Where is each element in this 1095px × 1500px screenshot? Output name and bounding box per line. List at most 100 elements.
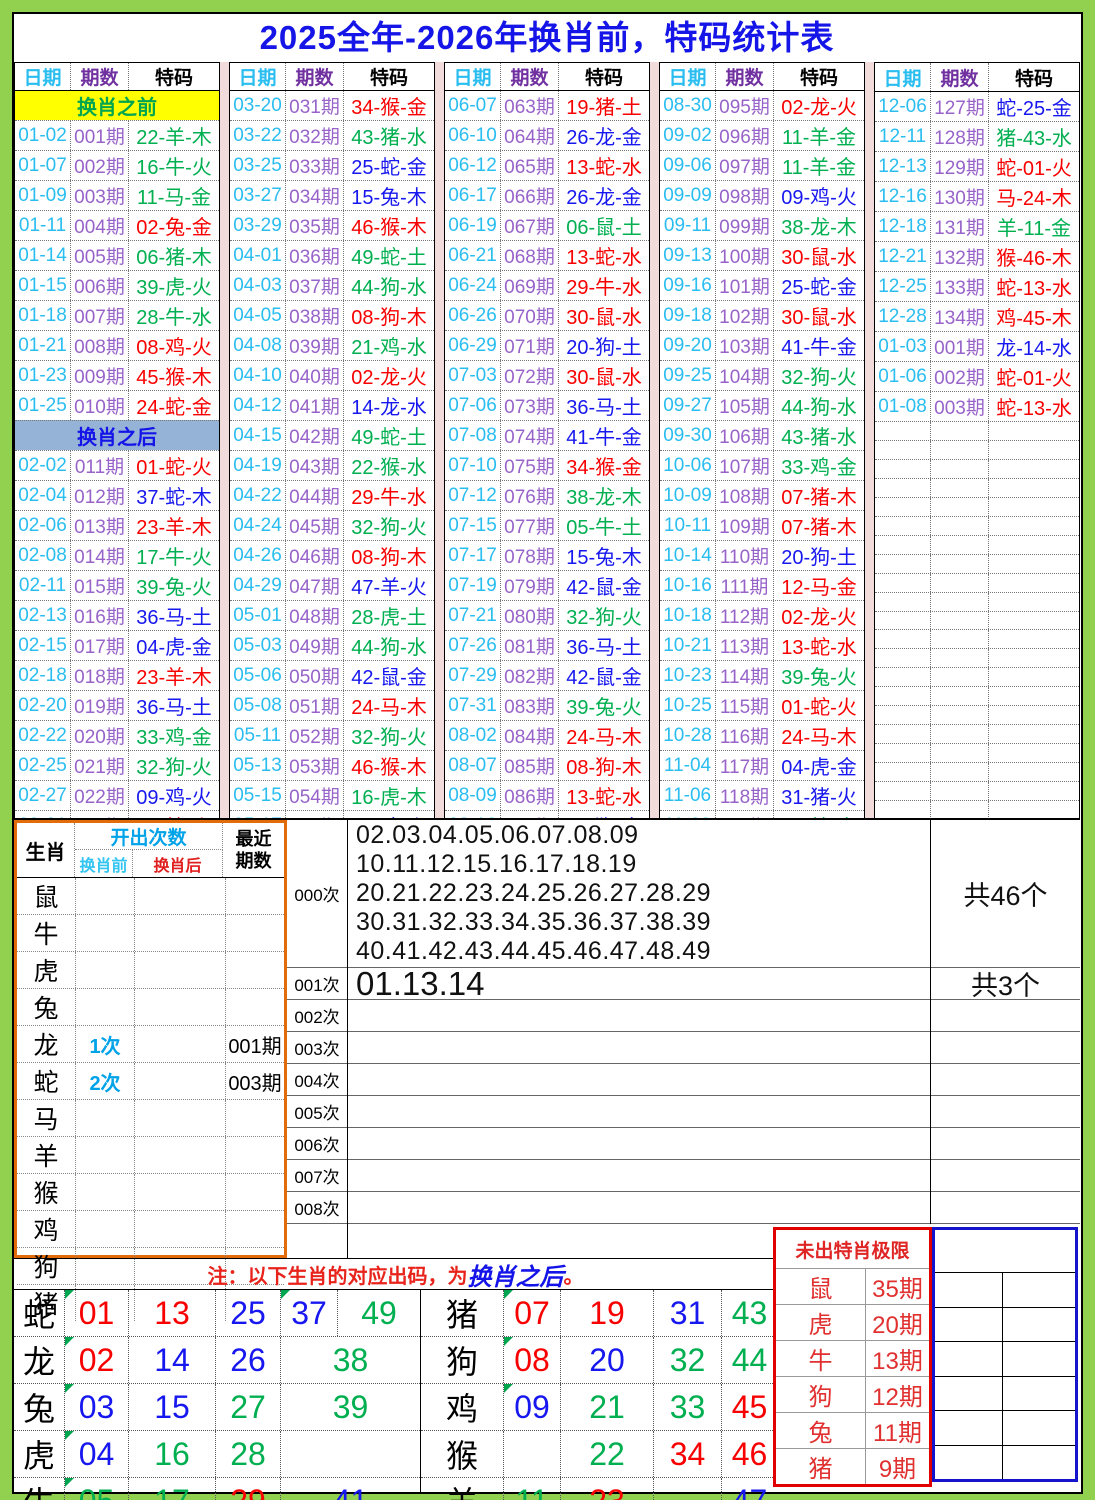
date-cell: 03-25 bbox=[230, 151, 286, 180]
date-cell bbox=[875, 668, 931, 686]
date-cell: 12-16 bbox=[875, 182, 931, 211]
draw-row: 02-25021期32-狗-火 bbox=[15, 750, 219, 780]
recent-period-cell bbox=[226, 878, 284, 914]
limit-row: 牛13期 bbox=[776, 1340, 929, 1376]
date-cell: 07-21 bbox=[445, 601, 501, 630]
special-code-cell: 46-猴-木 bbox=[344, 751, 434, 780]
date-cell bbox=[875, 441, 931, 459]
note-prefix: 注：以下生肖的对应出码，为 bbox=[208, 1260, 468, 1289]
zodiac-label: 羊 bbox=[17, 1137, 76, 1173]
draw-row: 06-12065期13-蛇-水 bbox=[445, 150, 649, 180]
period-cell bbox=[931, 498, 989, 516]
draw-row: 08-07085期08-狗-木 bbox=[445, 750, 649, 780]
date-cell: 11-04 bbox=[660, 751, 716, 780]
special-code-cell: 20-狗-土 bbox=[559, 331, 649, 360]
date-cell: 02-13 bbox=[15, 601, 71, 630]
after-count-cell bbox=[135, 1211, 226, 1247]
zodiac-label: 猪 bbox=[421, 1290, 504, 1336]
special-code-cell: 04-虎-金 bbox=[774, 751, 864, 780]
before-count-cell bbox=[76, 1137, 135, 1173]
draw-row: 01-21008期08-鸡-火 bbox=[15, 330, 219, 360]
draw-row: 06-17066期26-龙-金 bbox=[445, 180, 649, 210]
after-count-cell bbox=[135, 1174, 226, 1210]
recent-period-cell bbox=[226, 1137, 284, 1173]
count-total bbox=[931, 1128, 1080, 1160]
after-change-header-cell: 换肖后 bbox=[133, 850, 223, 877]
count-total-column: 共46个共3个 bbox=[930, 820, 1080, 1224]
zodiac-stats-row: 马 bbox=[17, 1099, 284, 1136]
period-cell: 085期 bbox=[501, 751, 559, 780]
number-cell: 11 bbox=[504, 1478, 561, 1500]
draw-row: 06-24069期29-牛-水 bbox=[445, 270, 649, 300]
date-column-header: 日期 bbox=[445, 63, 501, 90]
numbers-line: 40.41.42.43.44.45.46.47.48.49 bbox=[356, 937, 711, 966]
draw-row: 09-18102期30-鼠-水 bbox=[660, 300, 864, 330]
date-cell: 07-12 bbox=[445, 481, 501, 510]
draw-row: 07-17078期15-兔-木 bbox=[445, 540, 649, 570]
date-cell: 09-27 bbox=[660, 391, 716, 420]
draw-row: 01-11004期02-兔-金 bbox=[15, 210, 219, 240]
zodiac-label: 狗 bbox=[421, 1337, 504, 1383]
draw-row: 01-25010期24-蛇-金 bbox=[15, 390, 219, 420]
count-numbers bbox=[348, 1160, 930, 1192]
date-cell: 10-14 bbox=[660, 541, 716, 570]
special-code-cell: 43-猪-水 bbox=[774, 421, 864, 450]
special-code-cell: 26-龙-金 bbox=[559, 181, 649, 210]
number-cell: 31 bbox=[654, 1290, 722, 1336]
special-code-cell: 24-马-木 bbox=[559, 721, 649, 750]
special-code-cell: 38-龙-木 bbox=[559, 481, 649, 510]
period-cell: 112期 bbox=[716, 601, 774, 630]
special-code-cell: 07-猪-木 bbox=[774, 511, 864, 540]
period-cell: 002期 bbox=[931, 362, 989, 391]
empty-cell bbox=[935, 1308, 1003, 1342]
period-column-header: 期数 bbox=[71, 63, 129, 90]
special-code-cell: 49-蛇-土 bbox=[344, 241, 434, 270]
draw-row: 03-20031期34-猴-金 bbox=[230, 91, 434, 120]
special-code-cell: 32-狗-火 bbox=[129, 751, 219, 780]
period-cell: 013期 bbox=[71, 511, 129, 540]
period-cell: 104期 bbox=[716, 361, 774, 390]
special-code-cell: 29-牛-水 bbox=[344, 481, 434, 510]
special-code-cell: 49-蛇-土 bbox=[344, 421, 434, 450]
draw-row: 02-15017期04-虎-金 bbox=[15, 630, 219, 660]
special-code-cell: 32-狗-火 bbox=[559, 601, 649, 630]
period-cell: 046期 bbox=[286, 541, 344, 570]
date-cell: 06-10 bbox=[445, 121, 501, 150]
period-cell: 069期 bbox=[501, 271, 559, 300]
date-cell: 04-08 bbox=[230, 331, 286, 360]
date-cell: 02-18 bbox=[15, 661, 71, 690]
special-code-cell: 47-羊-火 bbox=[344, 571, 434, 600]
limit-zodiac: 虎 bbox=[776, 1305, 866, 1340]
special-code-cell bbox=[989, 630, 1079, 648]
period-cell: 008期 bbox=[71, 331, 129, 360]
period-cell: 006期 bbox=[71, 271, 129, 300]
date-cell: 05-13 bbox=[230, 751, 286, 780]
period-cell: 074期 bbox=[501, 421, 559, 450]
count-label: 003次 bbox=[287, 1032, 347, 1064]
date-cell: 07-19 bbox=[445, 571, 501, 600]
special-code-cell: 04-虎-金 bbox=[129, 631, 219, 660]
period-cell: 067期 bbox=[501, 211, 559, 240]
draw-row: 09-27105期44-狗-水 bbox=[660, 390, 864, 420]
empty-cell bbox=[1003, 1446, 1075, 1480]
period-cell: 116期 bbox=[716, 721, 774, 750]
special-code-cell bbox=[989, 536, 1079, 554]
special-code-cell: 24-马-木 bbox=[774, 721, 864, 750]
number-cell: 14 bbox=[129, 1337, 216, 1383]
zodiac-label: 兔 bbox=[14, 1384, 65, 1430]
date-cell: 01-11 bbox=[15, 211, 71, 240]
numbers-line: 02.03.04.05.06.07.08.09 bbox=[356, 821, 639, 850]
special-code-cell: 42-鼠-金 bbox=[344, 661, 434, 690]
draw-row: 10-18112期02-龙-火 bbox=[660, 600, 864, 630]
limit-periods: 9期 bbox=[866, 1449, 929, 1484]
date-cell bbox=[875, 555, 931, 573]
draw-row bbox=[875, 459, 1079, 478]
period-cell: 002期 bbox=[71, 151, 129, 180]
recent-period-cell: 003期 bbox=[226, 1063, 284, 1099]
period-cell bbox=[931, 782, 989, 800]
draw-row: 04-05038期08-狗-木 bbox=[230, 300, 434, 330]
limit-row: 鼠35期 bbox=[776, 1268, 929, 1304]
draw-row bbox=[875, 686, 1079, 705]
period-cell: 019期 bbox=[71, 691, 129, 720]
date-cell: 06-26 bbox=[445, 301, 501, 330]
